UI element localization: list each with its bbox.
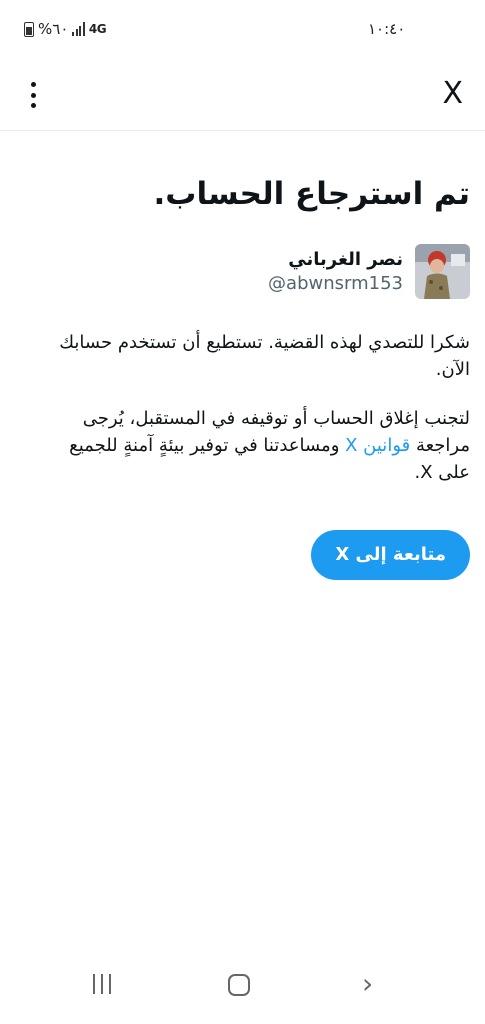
close-button[interactable]: X bbox=[442, 76, 463, 112]
continue-button[interactable]: متابعة إلى X bbox=[311, 530, 470, 580]
user-text: نصر الغرباني @abwnsrm153 bbox=[268, 248, 403, 296]
back-icon[interactable]: › bbox=[362, 968, 373, 1000]
recents-icon[interactable] bbox=[93, 974, 111, 994]
signal-icon bbox=[72, 22, 85, 36]
status-bar: %٦٠ 4G ١٠:٤٠ bbox=[0, 0, 485, 60]
page-title: تم استرجاع الحساب. bbox=[153, 176, 470, 212]
top-bar: X bbox=[0, 60, 485, 131]
more-options-icon[interactable] bbox=[22, 78, 44, 112]
rules-link[interactable]: قوانين X bbox=[345, 435, 410, 456]
home-icon[interactable] bbox=[228, 974, 250, 996]
main-content: تم استرجاع الحساب. نصر الغرباني @abwnsrm… bbox=[32, 170, 470, 580]
status-time: ١٠:٤٠ bbox=[368, 20, 406, 38]
confirmation-text: شكرا للتصدي لهذه القضية. تستطيع أن تستخد… bbox=[59, 332, 470, 380]
network-indicator: 4G bbox=[88, 22, 107, 36]
battery-icon bbox=[24, 21, 34, 37]
system-nav-bar: › bbox=[0, 954, 485, 1024]
status-icons: %٦٠ 4G bbox=[24, 20, 107, 38]
rules-text: لتجنب إغلاق الحساب أو توقيفه في المستقبل… bbox=[32, 405, 470, 486]
user-info: نصر الغرباني @abwnsrm153 bbox=[32, 244, 470, 299]
avatar bbox=[415, 244, 470, 299]
battery-percent: %٦٠ bbox=[38, 20, 69, 38]
user-handle: @abwnsrm153 bbox=[268, 272, 403, 294]
user-name: نصر الغرباني bbox=[288, 248, 403, 270]
